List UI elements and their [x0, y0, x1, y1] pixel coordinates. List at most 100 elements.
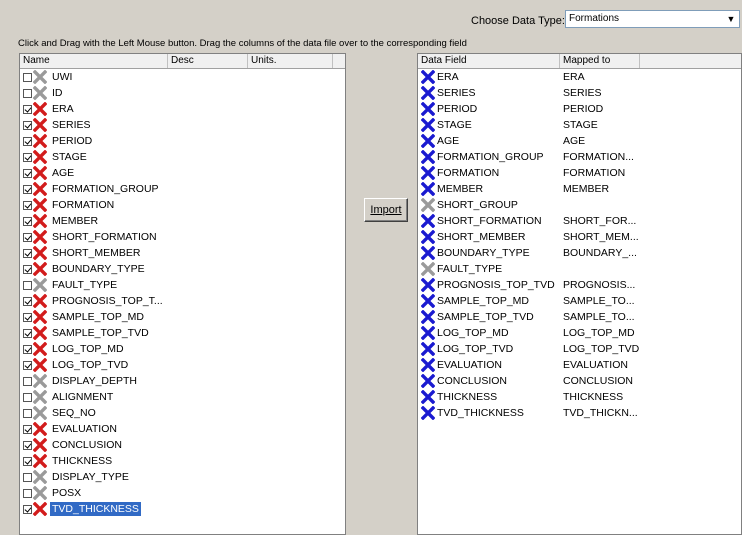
source-row[interactable]: CONCLUSION: [20, 437, 345, 453]
source-row[interactable]: DISPLAY_DEPTH: [20, 373, 345, 389]
mapping-row[interactable]: EVALUATION EVALUATION: [418, 357, 741, 373]
source-row[interactable]: PERIOD: [20, 133, 345, 149]
row-checkbox[interactable]: [23, 344, 32, 354]
mapping-row[interactable]: PERIOD PERIOD: [418, 101, 741, 117]
mapping-row[interactable]: FORMATION_GROUP FORMATION...: [418, 149, 741, 165]
row-checkbox[interactable]: [23, 136, 32, 146]
row-checkbox[interactable]: [23, 424, 32, 434]
mapping-row[interactable]: MEMBER MEMBER: [418, 181, 741, 197]
mapping-row[interactable]: TVD_THICKNESS TVD_THICKN...: [418, 405, 741, 421]
mapped-source-x-icon: [33, 294, 47, 308]
mapping-row[interactable]: SAMPLE_TOP_TVD SAMPLE_TO...: [418, 309, 741, 325]
source-column-name: THICKNESS: [52, 455, 113, 467]
row-checkbox[interactable]: [23, 216, 32, 226]
source-columns-list[interactable]: Name Desc Units. UWI ID ERA SERIES PERIOD STA…: [19, 53, 346, 535]
source-row[interactable]: POSX: [20, 485, 345, 501]
row-checkbox[interactable]: [23, 360, 32, 370]
source-row[interactable]: SERIES: [20, 117, 345, 133]
mapping-row[interactable]: SHORT_GROUP: [418, 197, 741, 213]
row-checkbox[interactable]: [23, 296, 32, 306]
source-row[interactable]: EVALUATION: [20, 421, 345, 437]
mapping-row[interactable]: SHORT_FORMATION SHORT_FOR...: [418, 213, 741, 229]
column-header-name[interactable]: Name: [20, 54, 168, 68]
row-checkbox[interactable]: [23, 232, 32, 242]
row-checkbox[interactable]: [23, 472, 32, 482]
row-checkbox[interactable]: [23, 392, 32, 402]
row-checkbox[interactable]: [23, 88, 32, 98]
source-row[interactable]: LOG_TOP_MD: [20, 341, 345, 357]
source-row[interactable]: FORMATION_GROUP: [20, 181, 345, 197]
source-row[interactable]: ERA: [20, 101, 345, 117]
column-header-data-field[interactable]: Data Field: [418, 54, 560, 68]
data-field-name: PROGNOSIS_TOP_TVD: [437, 279, 555, 291]
row-checkbox[interactable]: [23, 280, 32, 290]
mapping-row[interactable]: ERA ERA: [418, 69, 741, 85]
source-row[interactable]: PROGNOSIS_TOP_T...: [20, 293, 345, 309]
mapping-row[interactable]: CONCLUSION CONCLUSION: [418, 373, 741, 389]
source-row[interactable]: AGE: [20, 165, 345, 181]
source-row[interactable]: MEMBER: [20, 213, 345, 229]
mapping-row[interactable]: SHORT_MEMBER SHORT_MEM...: [418, 229, 741, 245]
row-checkbox[interactable]: [23, 264, 32, 274]
mapped-to-value: EVALUATION: [563, 359, 628, 371]
column-header-desc[interactable]: Desc: [168, 54, 248, 68]
source-row[interactable]: SHORT_MEMBER: [20, 245, 345, 261]
mapping-row[interactable]: FAULT_TYPE: [418, 261, 741, 277]
source-row[interactable]: SAMPLE_TOP_MD: [20, 309, 345, 325]
row-checkbox[interactable]: [23, 504, 32, 514]
mapping-row[interactable]: BOUNDARY_TYPE BOUNDARY_...: [418, 245, 741, 261]
row-checkbox[interactable]: [23, 312, 32, 322]
source-row[interactable]: LOG_TOP_TVD: [20, 357, 345, 373]
mapping-row[interactable]: LOG_TOP_TVD LOG_TOP_TVD: [418, 341, 741, 357]
mapping-row[interactable]: LOG_TOP_MD LOG_TOP_MD: [418, 325, 741, 341]
row-checkbox[interactable]: [23, 248, 32, 258]
data-type-select[interactable]: Formations ▼: [565, 10, 740, 28]
source-column-name: LOG_TOP_MD: [52, 343, 124, 355]
mapping-row[interactable]: SERIES SERIES: [418, 85, 741, 101]
source-row[interactable]: THICKNESS: [20, 453, 345, 469]
source-row[interactable]: ALIGNMENT: [20, 389, 345, 405]
source-row[interactable]: FORMATION: [20, 197, 345, 213]
row-checkbox[interactable]: [23, 328, 32, 338]
mapped-target-x-icon: [421, 214, 435, 228]
mapping-row[interactable]: FORMATION FORMATION: [418, 165, 741, 181]
row-checkbox[interactable]: [23, 440, 32, 450]
row-checkbox[interactable]: [23, 456, 32, 466]
row-checkbox[interactable]: [23, 184, 32, 194]
chevron-down-icon[interactable]: ▼: [723, 11, 739, 27]
source-row[interactable]: SAMPLE_TOP_TVD: [20, 325, 345, 341]
source-row[interactable]: SHORT_FORMATION: [20, 229, 345, 245]
row-checkbox[interactable]: [23, 376, 32, 386]
row-checkbox[interactable]: [23, 200, 32, 210]
mapped-source-x-icon: [33, 454, 47, 468]
row-checkbox[interactable]: [23, 72, 32, 82]
row-checkbox[interactable]: [23, 120, 32, 130]
row-checkbox[interactable]: [23, 408, 32, 418]
mapped-source-x-icon: [33, 214, 47, 228]
mapping-row[interactable]: STAGE STAGE: [418, 117, 741, 133]
source-column-name: LOG_TOP_TVD: [52, 359, 129, 371]
column-header-mapped-to[interactable]: Mapped to: [560, 54, 640, 68]
mapped-target-x-icon: [421, 358, 435, 372]
source-row[interactable]: UWI: [20, 69, 345, 85]
mapping-row[interactable]: PROGNOSIS_TOP_TVD PROGNOSIS...: [418, 277, 741, 293]
source-row[interactable]: ID: [20, 85, 345, 101]
source-row[interactable]: DISPLAY_TYPE: [20, 469, 345, 485]
row-checkbox[interactable]: [23, 104, 32, 114]
source-row[interactable]: FAULT_TYPE: [20, 277, 345, 293]
source-row[interactable]: SEQ_NO: [20, 405, 345, 421]
row-checkbox[interactable]: [23, 152, 32, 162]
mapping-row[interactable]: SAMPLE_TOP_MD SAMPLE_TO...: [418, 293, 741, 309]
mapping-row[interactable]: AGE AGE: [418, 133, 741, 149]
mapping-row[interactable]: THICKNESS THICKNESS: [418, 389, 741, 405]
mapped-target-x-icon: [421, 406, 435, 420]
import-button[interactable]: Import: [364, 198, 408, 222]
source-row[interactable]: BOUNDARY_TYPE: [20, 261, 345, 277]
source-row[interactable]: STAGE: [20, 149, 345, 165]
source-row[interactable]: TVD_THICKNESS: [20, 501, 345, 517]
mapped-fields-list[interactable]: Data Field Mapped to ERA ERA SERIES SERIES P…: [417, 53, 742, 535]
mapped-target-x-icon: [421, 150, 435, 164]
row-checkbox[interactable]: [23, 488, 32, 498]
column-header-units[interactable]: Units.: [248, 54, 333, 68]
row-checkbox[interactable]: [23, 168, 32, 178]
